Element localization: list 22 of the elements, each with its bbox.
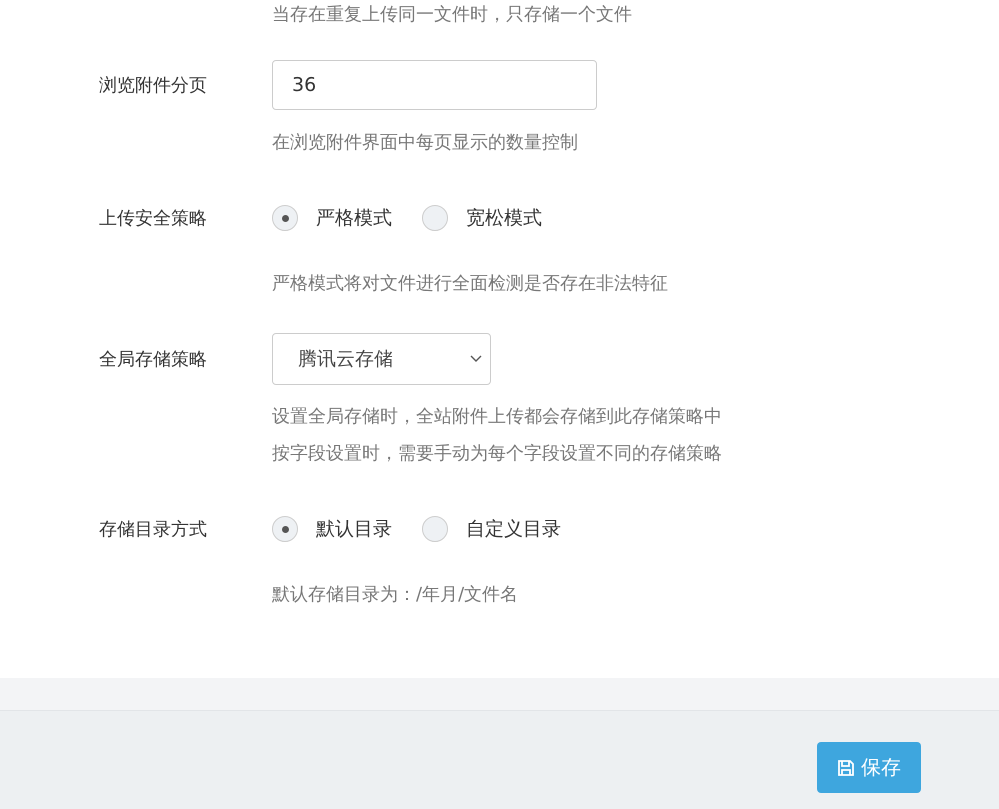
radio-option[interactable]: 自定义目录 [422, 516, 565, 542]
radio-button[interactable] [422, 205, 448, 231]
help-text: 严格模式将对文件进行全面检测是否存在非法特征 [272, 272, 668, 296]
field-label: 全局存储策略 [99, 348, 208, 371]
help-text: 当存在重复上传同一文件时，只存储一个文件 [272, 2, 632, 26]
help-text: 按字段设置时，需要手动为每个字段设置不同的存储策略 [272, 442, 722, 466]
help-text: 设置全局存储时，全站附件上传都会存储到此存储策略中 [272, 405, 722, 429]
radio-button[interactable] [422, 516, 448, 542]
radio-option[interactable]: 默认目录 [272, 516, 396, 542]
radio-option[interactable]: 宽松模式 [422, 205, 546, 231]
help-text: 默认存储目录为：/年月/文件名 [272, 583, 518, 607]
help-text: 在浏览附件界面中每页显示的数量控制 [272, 131, 578, 155]
chevron-down-icon [470, 355, 482, 363]
radio-button[interactable] [272, 516, 298, 542]
radio-button[interactable] [272, 205, 298, 231]
field-label: 上传安全策略 [99, 207, 208, 230]
field-label: 存储目录方式 [99, 518, 208, 541]
field-label: 浏览附件分页 [99, 74, 208, 97]
select-dropdown[interactable]: 腾讯云存储 [272, 333, 491, 385]
radio-option[interactable]: 严格模式 [272, 205, 396, 231]
input-field[interactable]: 36 [272, 60, 597, 110]
save-icon [837, 758, 855, 776]
